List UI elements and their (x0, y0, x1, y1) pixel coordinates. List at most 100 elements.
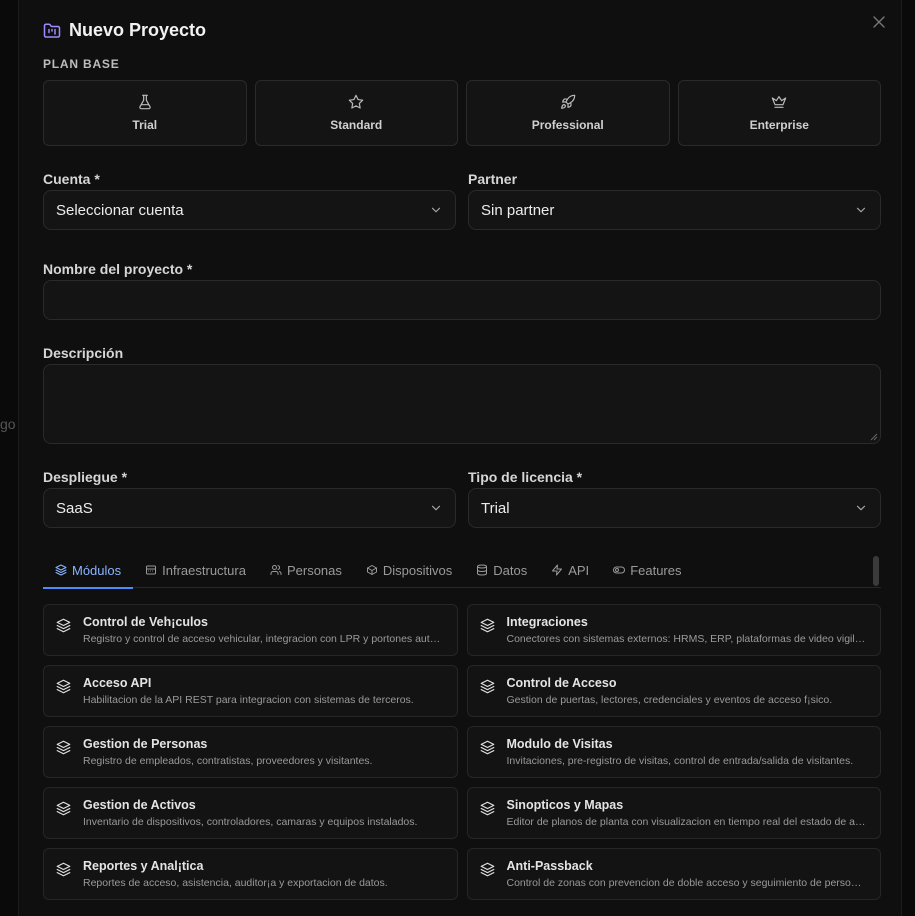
box-icon (366, 565, 377, 575)
module-card-gestion-personas[interactable]: Gestion de Personas Registro de empleados… (43, 726, 458, 778)
module-card-sinopticos-mapas[interactable]: Sinopticos y Mapas Editor de planos de pl… (466, 787, 881, 839)
zap-icon (552, 564, 563, 576)
licencia-select[interactable]: Trial (468, 488, 881, 528)
layers-icon (480, 801, 494, 816)
module-description: Control de zonas con prevencion de doble… (506, 877, 862, 889)
flask-icon (138, 94, 151, 110)
module-card-control-acceso[interactable]: Control de Acceso Gestion de puertas, lec… (466, 665, 881, 717)
layers-icon (56, 862, 71, 877)
module-name: Reportes y Anal¡tica (83, 859, 204, 873)
tab-label: Infraestructura (162, 562, 246, 578)
despliegue-label: Despliegue * (43, 469, 128, 485)
close-icon (873, 16, 885, 28)
module-name: Gestion de Activos (83, 798, 196, 812)
module-card-modulo-visitas[interactable]: Modulo de Visitas Invitaciones, pre-regis… (466, 726, 881, 778)
cuenta-label: Cuenta * (43, 171, 100, 187)
plan-label: Enterprise (749, 118, 809, 132)
tab-label: Personas (286, 562, 342, 578)
background-text: go (0, 416, 16, 432)
module-name: Modulo de Visitas (506, 737, 613, 751)
licencia-label: Tipo de licencia * (468, 469, 583, 485)
plan-label: Standard (330, 118, 383, 132)
plan-option-trial[interactable]: Trial (43, 80, 247, 146)
tab-label: Features (630, 562, 682, 578)
descripcion-label: Descripción (43, 345, 124, 361)
descripcion-textarea[interactable] (43, 364, 881, 444)
module-card-acceso-api[interactable]: Acceso API Habilitacion de la API REST pa… (43, 665, 458, 717)
plan-option-enterprise[interactable]: Enterprise (677, 80, 881, 146)
layers-icon (480, 679, 494, 694)
plan-selector: Trial Standard Professional Enterprise (43, 80, 881, 146)
partner-select[interactable]: Sin partner (468, 190, 881, 230)
chevron-down-icon (431, 207, 441, 213)
toggle-icon (613, 566, 626, 574)
module-name: Acceso API (83, 676, 152, 690)
rocket-icon (560, 94, 576, 109)
tab-label: API (568, 562, 590, 578)
nombre-label: Nombre del proyecto * (43, 261, 193, 277)
tabs-scrollbar[interactable] (873, 556, 879, 586)
layers-icon (480, 618, 494, 633)
config-tabs: Módulos Infraestructura Personas Disposi… (43, 554, 881, 589)
resize-grip-icon[interactable] (870, 433, 878, 441)
plan-section-label: PLAN BASE (43, 57, 120, 71)
layers-icon (480, 740, 494, 755)
module-name: Control de Veh¡culos (83, 615, 209, 629)
module-card-integraciones[interactable]: Integraciones Conectores con sistemas ext… (466, 604, 881, 656)
folder-kanban-icon (43, 23, 61, 38)
close-button[interactable] (869, 12, 889, 32)
cuenta-select[interactable]: Seleccionar cuenta (43, 190, 456, 230)
plan-label: Trial (132, 118, 158, 132)
despliegue-value: SaaS (56, 499, 93, 517)
module-description: Habilitacion de la API REST para integra… (83, 694, 414, 706)
plan-option-professional[interactable]: Professional (466, 80, 670, 146)
module-name: Sinopticos y Mapas (506, 798, 624, 812)
module-name: Gestion de Personas (83, 737, 208, 751)
tab-modulos[interactable]: Módulos (43, 554, 134, 589)
cuenta-value: Seleccionar cuenta (56, 201, 184, 219)
new-project-dialog: Nuevo Proyecto PLAN BASE Trial Standard … (18, 0, 902, 916)
users-icon (270, 565, 282, 575)
layers-icon (480, 862, 494, 877)
partner-value: Sin partner (481, 201, 555, 219)
module-card-control-vehiculos[interactable]: Control de Veh¡culos Registro y control d… (43, 604, 458, 656)
plan-label: Professional (531, 118, 604, 132)
module-description: Invitaciones, pre-registro de visitas, c… (506, 755, 854, 767)
module-name: Anti-Passback (506, 859, 593, 873)
tab-label: Módulos (72, 562, 122, 578)
module-description: Registro de empleados, contratistas, pro… (83, 755, 373, 767)
plan-option-standard[interactable]: Standard (254, 80, 458, 146)
tab-personas[interactable]: Personas (258, 554, 354, 588)
despliegue-select[interactable]: SaaS (43, 488, 456, 528)
layers-icon (56, 618, 71, 633)
module-card-gestion-activos[interactable]: Gestion de Activos Inventario de disposit… (43, 787, 458, 839)
module-description: Registro y control de acceso vehicular, … (83, 633, 441, 645)
module-card-anti-passback[interactable]: Anti-Passback Control de zonas con preven… (466, 848, 881, 900)
module-card-reportes-analitica[interactable]: Reportes y Anal¡tica Reportes de acceso, … (43, 848, 458, 900)
chevron-down-icon (431, 505, 441, 511)
tab-infraestructura[interactable]: Infraestructura (133, 554, 258, 588)
layers-icon (56, 679, 71, 694)
database-icon (477, 564, 488, 576)
star-icon (348, 94, 364, 109)
module-description: Inventario de dispositivos, controladore… (83, 816, 418, 828)
tab-label: Dispositivos (382, 562, 453, 578)
crown-icon (771, 96, 787, 108)
tab-dispositivos[interactable]: Dispositivos (354, 554, 464, 588)
module-description: Conectores con sistemas externos: HRMS, … (506, 633, 866, 645)
layers-icon (55, 564, 67, 576)
dialog-header: Nuevo Proyecto (43, 20, 206, 41)
module-description: Reportes de acceso, asistencia, auditor¡… (83, 877, 388, 889)
dialog-title: Nuevo Proyecto (69, 20, 207, 40)
modules-grid: Control de Veh¡culos Registro y control d… (43, 604, 881, 900)
tab-label: Datos (493, 562, 528, 578)
tab-features[interactable]: Features (601, 554, 693, 588)
module-description: Editor de planos de planta con visualiza… (506, 816, 866, 828)
tab-api[interactable]: API (539, 554, 601, 588)
tab-datos[interactable]: Datos (464, 554, 539, 588)
nombre-input[interactable] (43, 280, 881, 320)
chevron-down-icon (856, 207, 866, 213)
chevron-down-icon (856, 505, 866, 511)
licencia-value: Trial (481, 499, 510, 517)
module-name: Control de Acceso (506, 676, 617, 690)
